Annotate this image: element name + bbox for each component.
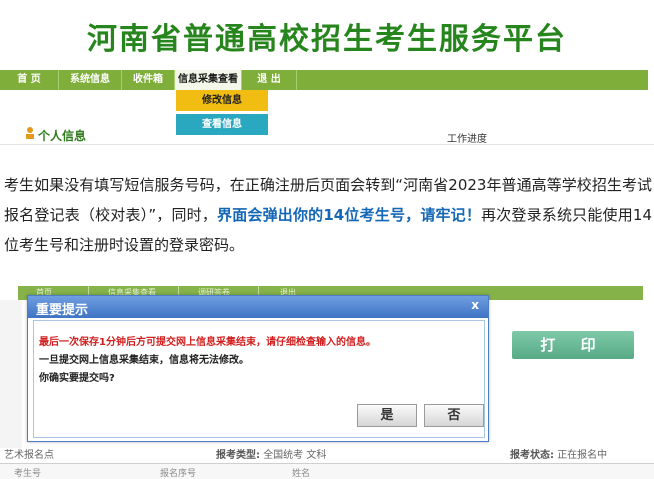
table-cell-reg-no: 报名序号 — [160, 469, 197, 479]
dialog-warning-text: 最后一次保存1分钟后方可提交网上信息采集结束，请仔细检查输入的信息。 — [39, 337, 376, 348]
personal-info-heading: 个人信息 — [38, 129, 87, 143]
nav-item-inbox[interactable]: 收件箱 — [122, 70, 175, 90]
status: 报考状态: 正在报名中 — [510, 446, 607, 461]
table-cell-exam-no: 考生号 — [14, 469, 42, 479]
workflow-label: 工作进度 — [447, 134, 487, 145]
dialog-title: 重要提示 — [36, 303, 89, 318]
info-table: 考生号 报名序号 姓名 — [0, 463, 654, 479]
no-button[interactable]: 否 — [424, 404, 484, 427]
dialog-notice-text: 一旦提交网上信息采集结束，信息将无法修改。 — [39, 355, 249, 366]
main-nav: 首 页 系统信息 收件箱 信息采集查看 退 出 — [0, 70, 648, 90]
site-title: 河南省普通高校招生考生服务平台 — [87, 22, 567, 57]
nav-item-system-info[interactable]: 系统信息 — [59, 70, 122, 90]
divider — [0, 144, 654, 145]
paragraph-highlight: 界面会弹出你的14位考生号，请牢记！ — [217, 206, 482, 224]
art-site-label: 艺术报名点 — [4, 450, 54, 461]
exam-type: 报考类型: 全国统考 文科 — [216, 446, 326, 461]
info-dropdown: 修改信息 查看信息 — [176, 90, 268, 138]
dropdown-item-view-info[interactable]: 查看信息 — [176, 114, 268, 135]
dialog-body: 最后一次保存1分钟后方可提交网上信息采集结束，请仔细检查输入的信息。 一旦提交网… — [33, 320, 485, 438]
left-panel — [0, 300, 22, 448]
dialog-header: 重要提示 x — [28, 296, 488, 318]
table-cell-name: 姓名 — [292, 469, 311, 479]
nav-item-info-view[interactable]: 信息采集查看 — [175, 70, 242, 90]
yes-button[interactable]: 是 — [357, 404, 417, 427]
important-notice-dialog: 重要提示 x 最后一次保存1分钟后方可提交网上信息采集结束，请仔细检查输入的信息… — [27, 295, 489, 442]
nav-item-home[interactable]: 首 页 — [0, 70, 59, 90]
dialog-confirm-text: 你确实要提交吗? — [39, 373, 115, 384]
status-value: 正在报名中 — [557, 450, 608, 461]
exam-type-label: 报考类型: — [216, 450, 260, 461]
dropdown-item-edit-info[interactable]: 修改信息 — [176, 90, 268, 111]
person-icon — [26, 127, 34, 139]
status-label: 报考状态: — [510, 450, 554, 461]
instruction-paragraph: 考生如果没有填写短信服务号码，在正确注册后页面会转到“河南省2023年普通高等学… — [4, 170, 652, 260]
print-button[interactable]: 打 印 — [512, 331, 634, 359]
exam-type-value: 全国统考 文科 — [263, 450, 327, 461]
header-banner: 河南省普通高校招生考生服务平台 — [0, 0, 654, 68]
nav-item-logout[interactable]: 退 出 — [242, 70, 297, 90]
close-icon[interactable]: x — [471, 298, 479, 312]
